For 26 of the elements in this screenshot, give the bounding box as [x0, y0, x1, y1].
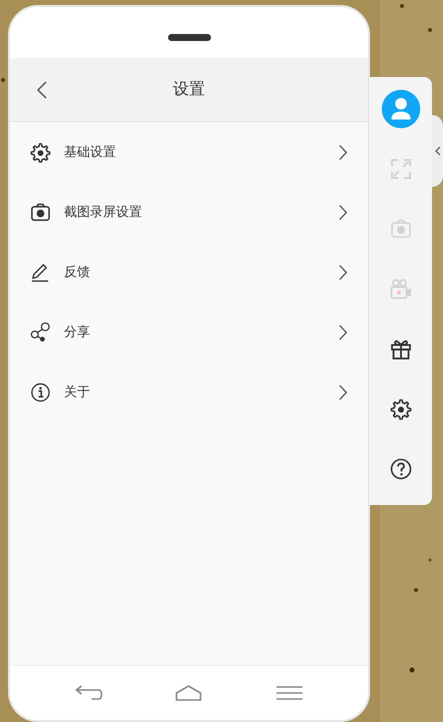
menu-item[interactable]: 关于 — [10, 362, 368, 422]
gear-icon — [30, 142, 51, 162]
chevron-right-icon — [338, 384, 348, 400]
chevron-right-icon — [338, 264, 348, 280]
chevron-right-icon — [338, 204, 348, 220]
back-icon[interactable] — [36, 80, 48, 100]
chevron-left-icon — [434, 146, 440, 156]
home-icon[interactable] — [174, 684, 204, 702]
gear-icon[interactable] — [388, 397, 414, 421]
handle-bar — [168, 34, 210, 41]
share-icon — [30, 322, 51, 342]
camera-icon — [30, 202, 51, 222]
info-icon — [30, 382, 51, 402]
menu-item[interactable]: 反馈 — [10, 242, 368, 302]
collapse-tab[interactable] — [432, 115, 443, 187]
menu-item[interactable]: 基础设置 — [10, 122, 368, 182]
page-title: 设置 — [173, 79, 205, 100]
chevron-right-icon — [338, 324, 348, 340]
menu-item[interactable]: 截图录屏设置 — [10, 182, 368, 242]
help-icon[interactable] — [388, 457, 414, 481]
menu-item[interactable]: 分享 — [10, 302, 368, 362]
avatar-icon[interactable] — [380, 88, 422, 130]
return-icon[interactable] — [74, 684, 103, 702]
pen-icon — [30, 262, 51, 282]
menu-icon[interactable] — [275, 684, 304, 702]
chevron-right-icon — [338, 144, 348, 160]
